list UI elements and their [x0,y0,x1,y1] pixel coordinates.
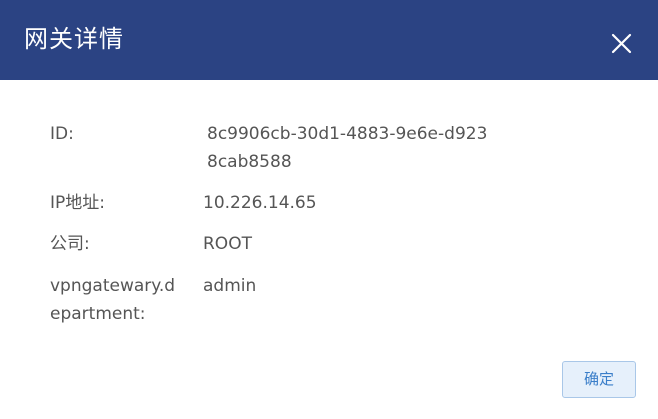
department-label-line2: epartment: [50,304,146,324]
id-value-line2: 8cab8588 [207,152,292,172]
id-label: ID: [50,124,74,144]
dialog-body: ID: 8c9906cb-30d1-4883-9e6e-d923 8cab858… [0,80,658,419]
confirm-button[interactable]: 确定 [562,361,636,398]
department-label-line1: vpngatewary.d [50,276,176,296]
id-value-line1: 8c9906cb-30d1-4883-9e6e-d923 [207,124,488,144]
company-value: ROOT [203,234,252,254]
dialog-title: 网关详情 [24,25,124,53]
department-value: admin [203,276,257,296]
ip-value: 10.226.14.65 [203,193,317,213]
company-label: 公司: [50,234,90,254]
ip-label: IP地址: [50,193,105,213]
dialog-header: 网关详情 [0,0,658,80]
gateway-detail-dialog: 网关详情 ID: 8c9906cb-30d1-4883-9e6e-d923 8c… [0,0,658,419]
close-icon[interactable] [604,26,638,60]
